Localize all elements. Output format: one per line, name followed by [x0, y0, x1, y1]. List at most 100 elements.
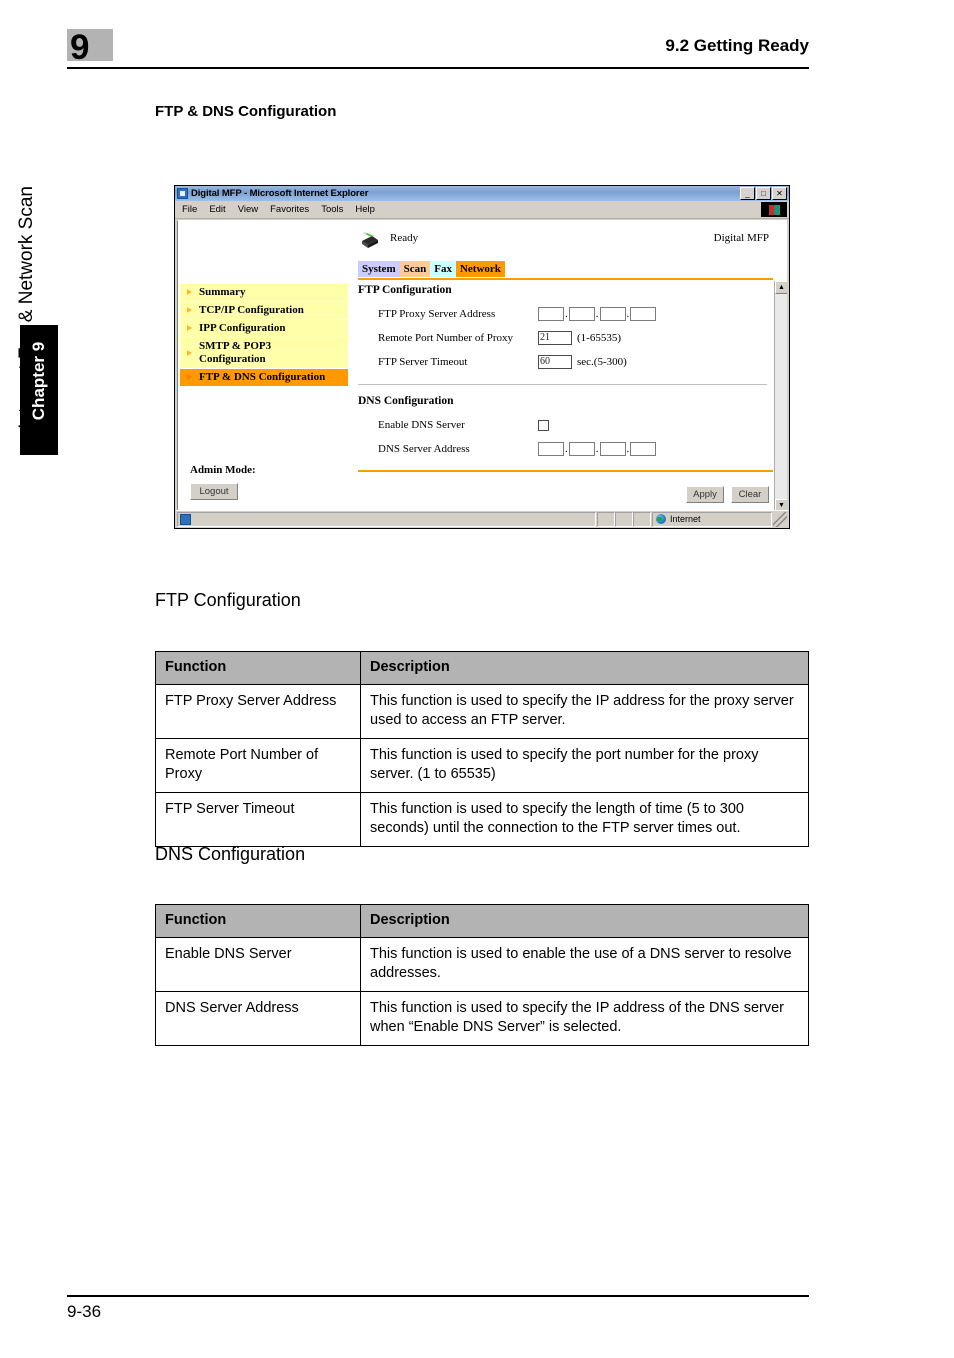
remote-port-label: Remote Port Number of Proxy — [378, 332, 514, 344]
security-zone-label: Internet — [670, 514, 701, 524]
cell-description: This function is used to specify the len… — [360, 792, 809, 847]
ftp-proxy-address-octet-3[interactable] — [599, 307, 626, 321]
tab-scan[interactable]: Scan — [399, 261, 431, 277]
browser-page-content: Ready Digital MFP System Scan Fax Networ… — [177, 220, 787, 512]
ie-document-icon — [177, 188, 188, 199]
logout-button[interactable]: Logout — [190, 483, 238, 500]
tab-fax[interactable]: Fax — [430, 261, 456, 277]
dns-address-label: DNS Server Address — [378, 443, 470, 455]
chapter-number: 9 — [70, 28, 89, 67]
page-header: 9 9.2 Getting Ready — [0, 0, 954, 90]
browser-title-bar: Digital MFP - Microsoft Internet Explore… — [175, 186, 789, 201]
mfp-tab-rule — [358, 278, 773, 280]
cell-function: Remote Port Number of Proxy — [155, 738, 361, 793]
dns-configuration-heading: DNS Configuration — [155, 844, 306, 864]
cell-function: FTP Server Timeout — [155, 792, 361, 847]
dns-configuration-table: Function Description Enable DNS Server T… — [155, 904, 809, 1046]
side-running-title: Internet Fax & Network Scan — [16, 186, 62, 492]
page-vertical-scrollbar[interactable]: ▲ ▼ — [774, 281, 787, 512]
menu-item-file[interactable]: File — [182, 204, 197, 215]
clear-button[interactable]: Clear — [731, 486, 769, 503]
sidebar-item-label: TCP/IP Configuration — [199, 304, 304, 316]
column-header-description: Description — [360, 651, 809, 685]
mfp-brand-text: Digital MFP — [713, 232, 769, 244]
table-row: DNS Server Address This function is used… — [155, 991, 809, 1046]
enable-dns-checkbox[interactable] — [538, 419, 549, 431]
status-message-pane — [177, 511, 596, 527]
footer-rule — [67, 1295, 809, 1297]
browser-title-text: Digital MFP - Microsoft Internet Explore… — [191, 188, 369, 199]
cell-description: This function is used to specify the IP … — [360, 991, 809, 1046]
scroll-up-arrow-icon[interactable]: ▲ — [775, 281, 787, 294]
side-running-title-text: Internet Fax & Network Scan — [16, 186, 37, 429]
tab-network[interactable]: Network — [455, 261, 505, 277]
mfp-settings-form: FTP Configuration FTP Proxy Server Addre… — [358, 284, 773, 512]
bullet-arrow-icon — [187, 349, 192, 356]
sidebar-item-label: Summary — [199, 286, 246, 298]
bullet-arrow-icon — [187, 307, 192, 313]
menu-item-edit[interactable]: Edit — [209, 204, 225, 215]
remote-port-input[interactable]: 21 — [538, 331, 572, 345]
table-row: FTP Server Timeout This function is used… — [155, 792, 809, 847]
tab-system[interactable]: System — [358, 261, 400, 277]
window-controls: _ □ ✕ — [740, 187, 787, 200]
dns-address-octet-2[interactable] — [568, 442, 595, 456]
sidebar-item-smtp-pop3-configuration[interactable]: SMTP & POP3 Configuration — [180, 338, 348, 369]
ftp-proxy-address-octet-2[interactable] — [568, 307, 595, 321]
sidebar-item-tcpip-configuration[interactable]: TCP/IP Configuration — [180, 302, 348, 320]
page-number: 9-36 — [67, 1302, 102, 1321]
sidebar-item-label: IPP Configuration — [199, 322, 286, 334]
form-section-divider — [358, 384, 767, 385]
table-header-row: Function Description — [155, 904, 809, 938]
enable-dns-row: Enable DNS Server — [358, 413, 773, 437]
security-zone-pane[interactable]: Internet — [652, 511, 772, 527]
dns-address-octet-3[interactable] — [599, 442, 626, 456]
globe-icon — [656, 514, 666, 524]
ftp-configuration-table: Function Description FTP Proxy Server Ad… — [155, 651, 809, 847]
remote-port-hint: (1-65535) — [577, 332, 621, 344]
ftp-timeout-label: FTP Server Timeout — [378, 356, 468, 368]
ftp-configuration-group-title: FTP Configuration — [358, 284, 452, 296]
menu-item-help[interactable]: Help — [355, 204, 375, 215]
sidebar-item-summary[interactable]: Summary — [180, 284, 348, 302]
header-section-title: 9.2 Getting Ready — [665, 36, 809, 55]
dns-address-row: DNS Server Address ... — [358, 437, 773, 461]
dns-address-octet-4[interactable] — [630, 442, 657, 456]
dns-configuration-group-title: DNS Configuration — [358, 395, 454, 407]
column-header-description: Description — [360, 904, 809, 938]
menu-item-view[interactable]: View — [238, 204, 258, 215]
ftp-proxy-address-label: FTP Proxy Server Address — [378, 308, 496, 320]
cell-description: This function is used to enable the use … — [360, 937, 809, 992]
mfp-tab-bar: System Scan Fax Network — [358, 261, 505, 277]
mfp-sidebar: Summary TCP/IP Configuration IPP Configu… — [180, 284, 348, 387]
minimize-button[interactable]: _ — [740, 187, 755, 200]
ftp-timeout-hint: sec.(5-300) — [577, 356, 627, 368]
close-button[interactable]: ✕ — [772, 187, 787, 200]
menu-item-tools[interactable]: Tools — [321, 204, 343, 215]
ftp-configuration-heading: FTP Configuration — [155, 590, 301, 610]
status-pane-3 — [633, 511, 651, 527]
maximize-button[interactable]: □ — [756, 187, 771, 200]
header-rule — [67, 67, 809, 69]
menu-item-favorites[interactable]: Favorites — [270, 204, 309, 215]
apply-button[interactable]: Apply — [686, 486, 724, 503]
ftp-proxy-address-octet-4[interactable] — [630, 307, 657, 321]
bullet-arrow-icon — [187, 374, 192, 380]
form-action-buttons: Apply Clear — [686, 486, 769, 503]
ftp-proxy-address-octet-1[interactable] — [538, 307, 564, 321]
table-row: Remote Port Number of Proxy This functio… — [155, 738, 809, 793]
status-pane-1 — [597, 511, 615, 527]
cell-description: This function is used to specify the por… — [360, 738, 809, 793]
sidebar-item-ipp-configuration[interactable]: IPP Configuration — [180, 320, 348, 338]
bullet-arrow-icon — [187, 289, 192, 295]
table-row: FTP Proxy Server Address This function i… — [155, 684, 809, 739]
table-row: Enable DNS Server This function is used … — [155, 937, 809, 992]
dns-address-octet-1[interactable] — [538, 442, 564, 456]
sidebar-item-ftp-dns-configuration[interactable]: FTP & DNS Configuration — [180, 369, 348, 387]
ftp-timeout-input[interactable]: 60 — [538, 355, 572, 369]
column-header-function: Function — [155, 651, 361, 685]
sidebar-item-label: SMTP & POP3 Configuration — [199, 340, 272, 365]
enable-dns-label: Enable DNS Server — [378, 419, 465, 431]
admin-mode-label: Admin Mode: — [190, 464, 256, 476]
resize-grip-icon[interactable] — [773, 511, 787, 527]
